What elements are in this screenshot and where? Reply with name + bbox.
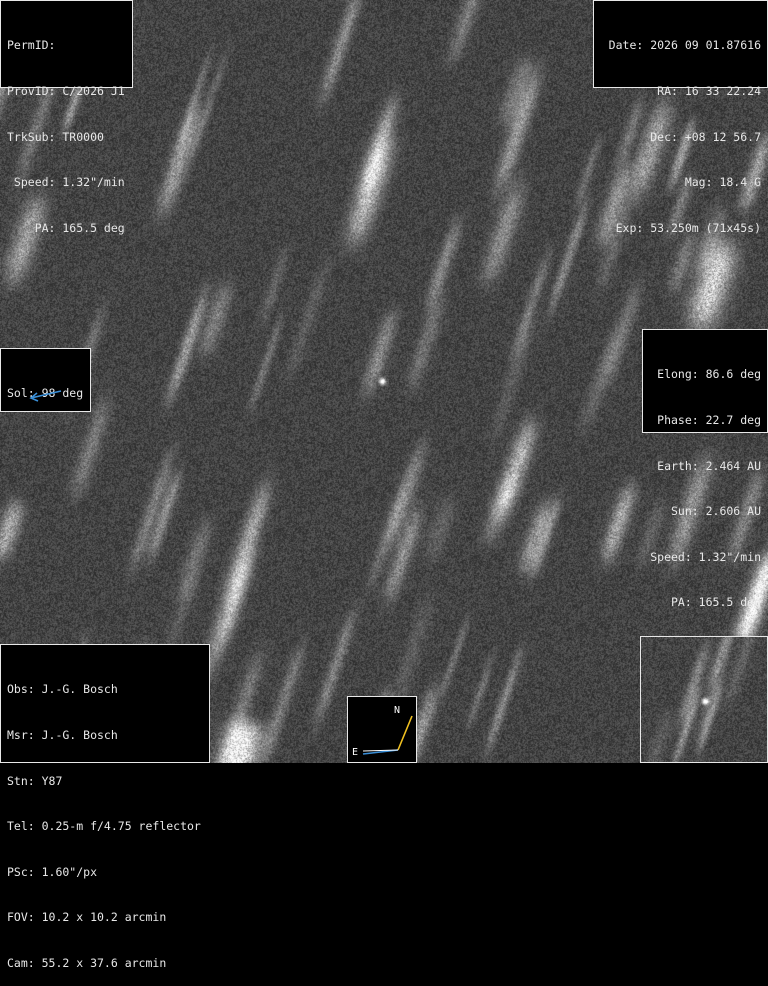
- target-zoom-inset: [640, 636, 768, 763]
- cam-line: Cam: 55.2 x 37.6 arcmin: [7, 956, 167, 971]
- psc-line: PSc: 1.60"/px: [7, 864, 98, 879]
- permid-line: PermID:: [7, 38, 56, 53]
- compass-rose: N E: [347, 696, 417, 763]
- msr-line: Msr: J.-G. Bosch: [7, 728, 118, 743]
- pa-line-2: PA: 165.5 deg: [670, 595, 761, 610]
- sun-distance-line: Sun: 2.606 AU: [670, 504, 761, 519]
- date-line: Date: 2026 09 01.87616: [608, 38, 761, 53]
- observer-panel: Obs: J.-G. Bosch Msr: J.-G. Bosch Stn: Y…: [0, 644, 210, 970]
- mag-line: Mag: 18.4 G: [684, 175, 761, 190]
- compass-arrows-icon: [362, 715, 413, 755]
- tel-line: Tel: 0.25-m f/4.75 reflector: [7, 819, 201, 834]
- pa-line: PA: 165.5 deg: [7, 220, 125, 235]
- observation-panel: Date: 2026 09 01.87616 RA: 16 33 22.24 D…: [593, 0, 768, 235]
- ra-line: RA: 16 33 22.24: [657, 84, 761, 99]
- sun-direction-arrow-icon: [29, 390, 62, 402]
- geometry-panel: Elong: 86.6 deg Phase: 22.7 deg Earth: 2…: [642, 329, 768, 609]
- fov-line: FOV: 10.2 x 10.2 arcmin: [7, 910, 167, 925]
- exp-line: Exp: 53.250m (71x45s): [615, 220, 761, 235]
- provid-line: ProvID: C/2026 J1: [7, 84, 125, 99]
- speed-line: Speed: 1.32"/min: [7, 175, 125, 190]
- north-label: N: [394, 705, 401, 716]
- solar-direction-panel: Sol: 98 deg: [0, 348, 91, 412]
- dec-line: Dec: +08 12 56.7: [650, 129, 761, 144]
- obs-line: Obs: J.-G. Bosch: [7, 682, 118, 697]
- elong-line: Elong: 86.6 deg: [657, 367, 761, 382]
- zoomed-object-image: [641, 637, 767, 762]
- trksub-line: TrkSub: TR0000: [7, 129, 104, 144]
- east-label: E: [352, 747, 359, 758]
- earth-distance-line: Earth: 2.464 AU: [657, 458, 761, 473]
- stn-line: Stn: Y87: [7, 773, 63, 788]
- object-id-panel: PermID: ProvID: C/2026 J1 TrkSub: TR0000…: [0, 0, 133, 235]
- speed-line-2: Speed: 1.32"/min: [650, 549, 761, 564]
- phase-line: Phase: 22.7 deg: [657, 413, 761, 428]
